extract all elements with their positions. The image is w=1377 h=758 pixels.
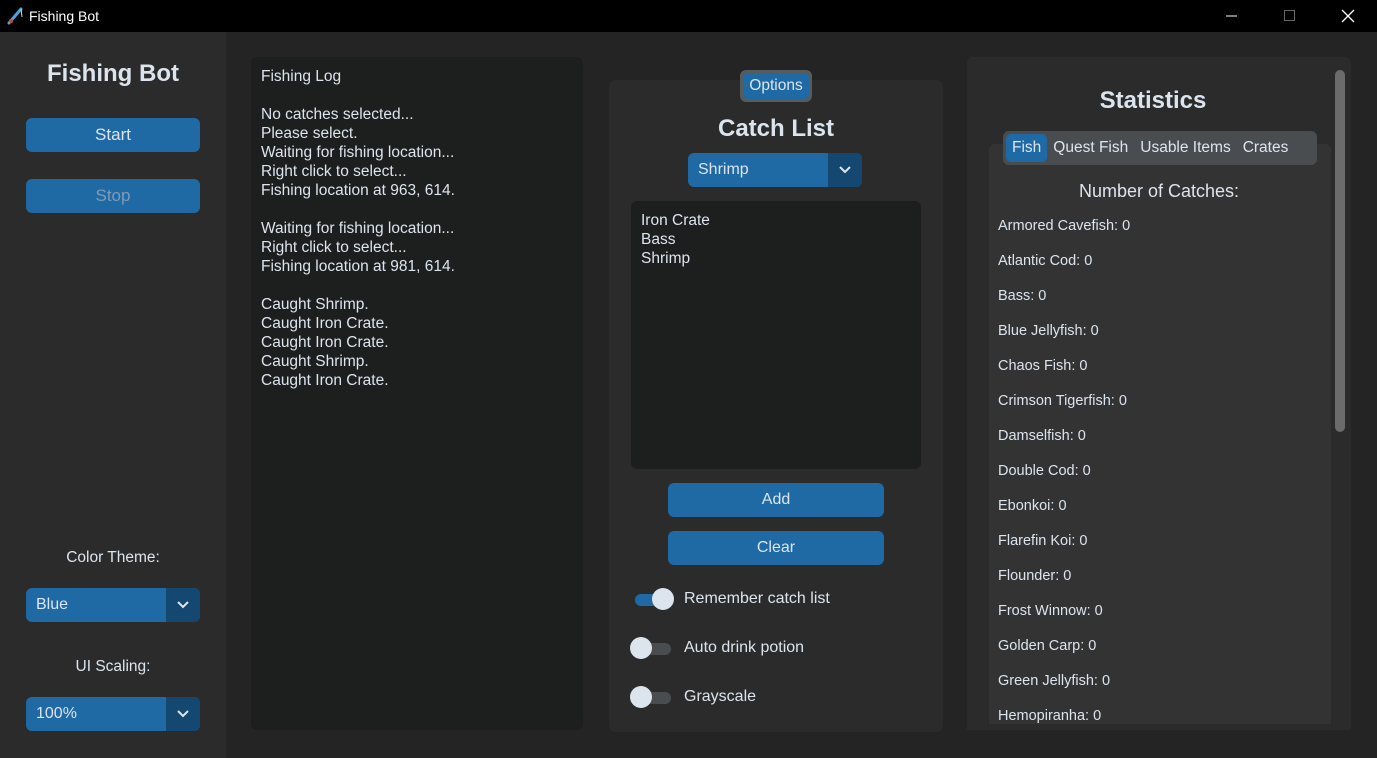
minimize-button[interactable]	[1203, 0, 1261, 32]
remember-catch-list-label: Remember catch list	[684, 590, 830, 607]
catch-select-dropdown[interactable]: Shrimp	[688, 153, 862, 187]
list-item: Bass	[641, 231, 676, 248]
log-line: Caught Iron Crate.	[261, 334, 389, 351]
log-line: Please select.	[261, 125, 358, 142]
chevron-down-icon[interactable]	[166, 588, 200, 622]
tab-usable-items[interactable]: Usable Items	[1134, 134, 1236, 162]
sidebar-title: Fishing Bot	[47, 60, 179, 87]
stat-line: Crimson Tigerfish: 0	[998, 393, 1127, 409]
log-line: Waiting for fishing location...	[261, 144, 455, 161]
log-line: Fishing location at 963, 614.	[261, 182, 455, 199]
log-line: Right click to select...	[261, 239, 407, 256]
stat-line: Green Jellyfish: 0	[998, 673, 1111, 689]
log-line: Waiting for fishing location...	[261, 220, 455, 237]
catch-list-title: Catch List	[717, 115, 834, 142]
log-line: Caught Shrimp.	[261, 296, 369, 313]
maximize-button[interactable]	[1261, 0, 1319, 32]
color-theme-value: Blue	[36, 596, 69, 613]
title-bar: Fishing Bot	[0, 0, 1377, 32]
close-button[interactable]	[1319, 0, 1377, 32]
tab-quest-fish[interactable]: Quest Fish	[1047, 134, 1134, 162]
grayscale-switch[interactable]	[630, 684, 676, 710]
log-line: Fishing location at 981, 614.	[261, 258, 455, 275]
stop-button[interactable]: Stop	[26, 179, 200, 213]
minimize-icon	[1226, 15, 1237, 17]
tab-crates[interactable]: Crates	[1237, 134, 1295, 162]
color-theme-dropdown[interactable]: Blue	[26, 588, 200, 622]
stat-line: Hemopiranha: 0	[998, 708, 1102, 724]
add-button[interactable]: Add	[668, 483, 884, 517]
log-line: No catches selected...	[261, 106, 414, 123]
statistics-tab-bar: Fish Quest Fish Usable Items Crates	[1003, 131, 1317, 165]
sidebar: Fishing Bot Start Stop Color Theme: Blue…	[0, 32, 226, 758]
log-line: Fishing Log	[261, 68, 342, 85]
fishing-rod-icon	[5, 6, 25, 26]
ui-scaling-dropdown[interactable]: 100%	[26, 697, 200, 731]
remember-catch-list-switch[interactable]	[630, 586, 676, 612]
stat-line: Golden Carp: 0	[998, 638, 1097, 654]
log-line: Caught Shrimp.	[261, 353, 369, 370]
color-theme-label: Color Theme:	[66, 549, 160, 566]
remember-catch-list-row: Remember catch list	[630, 586, 830, 612]
stat-line: Flounder: 0	[998, 568, 1072, 584]
clear-button[interactable]: Clear	[668, 531, 884, 565]
stat-line: Armored Cavefish: 0	[998, 218, 1131, 234]
stat-line: Ebonkoi: 0	[998, 498, 1067, 514]
log-line: Caught Iron Crate.	[261, 372, 389, 389]
auto-drink-potion-switch[interactable]	[630, 635, 676, 661]
chevron-down-icon[interactable]	[828, 153, 862, 187]
ui-scaling-label: UI Scaling:	[75, 658, 151, 675]
stats-bottom-edge	[967, 724, 1351, 730]
auto-drink-potion-row: Auto drink potion	[630, 635, 804, 661]
stat-line: Double Cod: 0	[998, 463, 1091, 479]
start-button[interactable]: Start	[26, 118, 200, 152]
window-title: Fishing Bot	[29, 8, 100, 24]
ui-scaling-value: 100%	[36, 705, 77, 722]
stat-line: Damselfish: 0	[998, 428, 1086, 444]
close-icon	[1341, 9, 1355, 23]
fishing-log-textbox[interactable]: Fishing Log No catches selected... Pleas…	[251, 57, 583, 730]
list-item: Shrimp	[641, 250, 691, 267]
number-of-catches-heading: Number of Catches:	[1078, 181, 1240, 201]
grayscale-row: Grayscale	[630, 684, 756, 710]
options-button[interactable]: Options	[740, 70, 812, 102]
catch-select-value: Shrimp	[698, 161, 749, 178]
auto-drink-potion-label: Auto drink potion	[684, 639, 805, 656]
list-item: Iron Crate	[641, 212, 710, 229]
chevron-down-icon[interactable]	[166, 697, 200, 731]
catch-list-textbox[interactable]: Iron Crate Bass Shrimp	[631, 201, 921, 469]
options-label: Options	[743, 73, 809, 99]
stat-line: Chaos Fish: 0	[998, 358, 1088, 374]
log-line: Right click to select...	[261, 163, 407, 180]
stat-line: Atlantic Cod: 0	[998, 253, 1093, 269]
maximize-icon	[1284, 10, 1295, 21]
stat-line: Flarefin Koi: 0	[998, 533, 1088, 549]
statistics-scrollbar[interactable]	[1335, 70, 1345, 432]
statistics-title: Statistics	[1099, 87, 1207, 114]
grayscale-label: Grayscale	[684, 688, 757, 705]
tab-fish[interactable]: Fish	[1006, 134, 1048, 162]
stat-line: Bass: 0	[998, 288, 1047, 304]
stat-line: Blue Jellyfish: 0	[998, 323, 1099, 339]
stat-line: Frost Winnow: 0	[998, 603, 1103, 619]
log-line: Caught Iron Crate.	[261, 315, 389, 332]
